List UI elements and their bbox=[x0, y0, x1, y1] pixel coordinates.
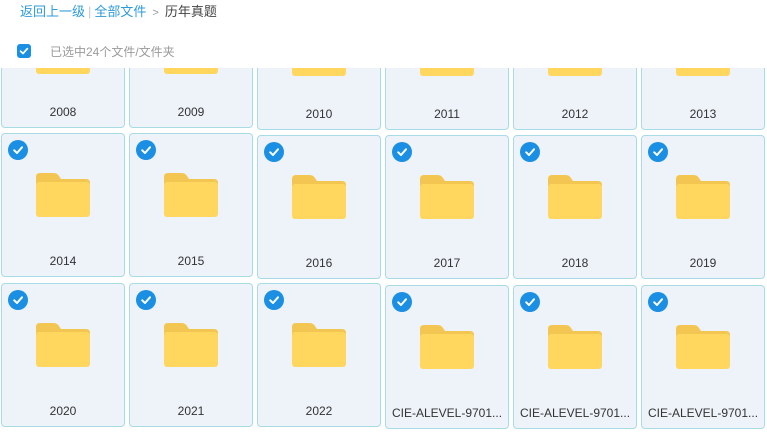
folder-icon bbox=[676, 325, 730, 369]
folder-tile[interactable]: 2020 bbox=[1, 283, 125, 427]
breadcrumb-separator: | bbox=[88, 4, 92, 19]
check-circle-icon[interactable] bbox=[264, 142, 284, 162]
checkbox-checked-icon bbox=[19, 47, 29, 55]
check-circle-icon[interactable] bbox=[520, 142, 540, 162]
folder-name: 2015 bbox=[177, 254, 205, 268]
folder-name: CIE-ALEVEL-9701... bbox=[647, 406, 759, 420]
folder-name: 2008 bbox=[49, 105, 77, 119]
selection-bar: 已选中24个文件/文件夹 bbox=[17, 43, 175, 59]
check-circle-icon[interactable] bbox=[520, 292, 540, 312]
folder-name: 2021 bbox=[177, 404, 205, 418]
folder-name: CIE-ALEVEL-9701... bbox=[391, 406, 503, 420]
back-link[interactable]: 返回上一级 bbox=[20, 4, 85, 19]
folder-tile[interactable]: 2019 bbox=[641, 135, 765, 279]
check-circle-icon[interactable] bbox=[8, 290, 28, 310]
folder-icon bbox=[420, 175, 474, 219]
folder-name: 2013 bbox=[689, 107, 717, 121]
folder-name: CIE-ALEVEL-9701... bbox=[519, 406, 631, 420]
folder-name: 2011 bbox=[434, 107, 460, 121]
selection-count-text: 已选中24个文件/文件夹 bbox=[50, 44, 175, 59]
folder-tile[interactable]: 2015 bbox=[129, 133, 253, 277]
folder-name: 2017 bbox=[433, 256, 461, 270]
folder-tile[interactable]: 2022 bbox=[257, 283, 381, 427]
folder-icon bbox=[292, 175, 346, 219]
check-circle-icon[interactable] bbox=[136, 290, 156, 310]
select-all-checkbox[interactable] bbox=[17, 44, 31, 58]
check-circle-icon[interactable] bbox=[392, 292, 412, 312]
check-circle-icon[interactable] bbox=[648, 142, 668, 162]
folder-name: 2010 bbox=[305, 107, 333, 121]
folder-name: 2014 bbox=[49, 254, 77, 268]
chevron-right-icon: > bbox=[152, 7, 159, 19]
folder-icon bbox=[292, 323, 346, 367]
check-circle-icon[interactable] bbox=[392, 142, 412, 162]
folder-icon bbox=[676, 175, 730, 219]
check-circle-icon[interactable] bbox=[8, 140, 28, 160]
folder-name: 2009 bbox=[177, 105, 205, 119]
all-files-link[interactable]: 全部文件 bbox=[94, 4, 146, 19]
folder-tile[interactable]: 2014 bbox=[1, 133, 125, 277]
folder-icon bbox=[164, 323, 218, 367]
folder-tile[interactable]: CIE-ALEVEL-9701... bbox=[641, 285, 765, 429]
toolbar-header: 返回上一级 | 全部文件 > 历年真题 已选中24个文件/文件夹 bbox=[0, 0, 767, 68]
folder-name: 2012 bbox=[561, 107, 589, 121]
folder-name: 2016 bbox=[305, 256, 333, 270]
folder-icon bbox=[164, 173, 218, 217]
folder-tile[interactable]: CIE-ALEVEL-9701... bbox=[385, 285, 509, 429]
folder-tile[interactable]: 2021 bbox=[129, 283, 253, 427]
current-folder-title: 历年真题 bbox=[164, 4, 217, 19]
check-circle-icon[interactable] bbox=[136, 140, 156, 160]
breadcrumb: 返回上一级 | 全部文件 > 历年真题 bbox=[20, 4, 217, 21]
folder-icon bbox=[36, 173, 90, 217]
check-circle-icon[interactable] bbox=[648, 292, 668, 312]
folder-name: 2020 bbox=[49, 404, 77, 418]
folder-icon bbox=[548, 175, 602, 219]
folder-icon bbox=[420, 325, 474, 369]
folder-name: 2022 bbox=[305, 404, 333, 418]
folder-icon bbox=[36, 323, 90, 367]
folder-icon bbox=[548, 325, 602, 369]
folder-tile[interactable]: 2016 bbox=[257, 135, 381, 279]
folder-tile[interactable]: 2018 bbox=[513, 135, 637, 279]
folder-name: 2018 bbox=[561, 256, 589, 270]
check-circle-icon[interactable] bbox=[264, 290, 284, 310]
folder-name: 2019 bbox=[689, 256, 717, 270]
folder-tile[interactable]: 2017 bbox=[385, 135, 509, 279]
folder-tile[interactable]: CIE-ALEVEL-9701... bbox=[513, 285, 637, 429]
